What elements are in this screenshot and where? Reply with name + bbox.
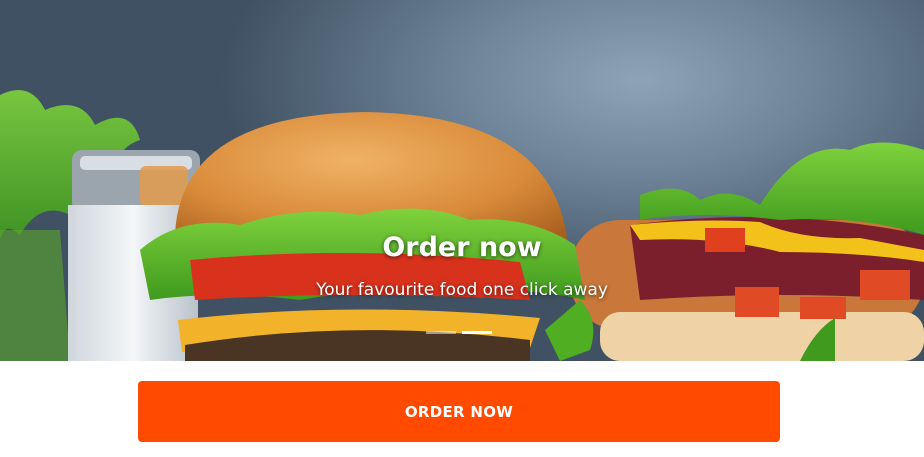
order-now-button[interactable]: ORDER NOW	[138, 381, 780, 442]
slide-subtitle: Your favourite food one click away	[316, 280, 608, 300]
carousel-indicators	[426, 331, 492, 334]
slide-title: Order now	[382, 232, 542, 263]
carousel-indicator-2[interactable]	[462, 331, 492, 334]
carousel-indicator-1[interactable]	[426, 331, 456, 334]
hero-carousel[interactable]: Order now Your favourite food one click …	[0, 0, 924, 361]
burger-hotdog-photo	[0, 90, 924, 361]
